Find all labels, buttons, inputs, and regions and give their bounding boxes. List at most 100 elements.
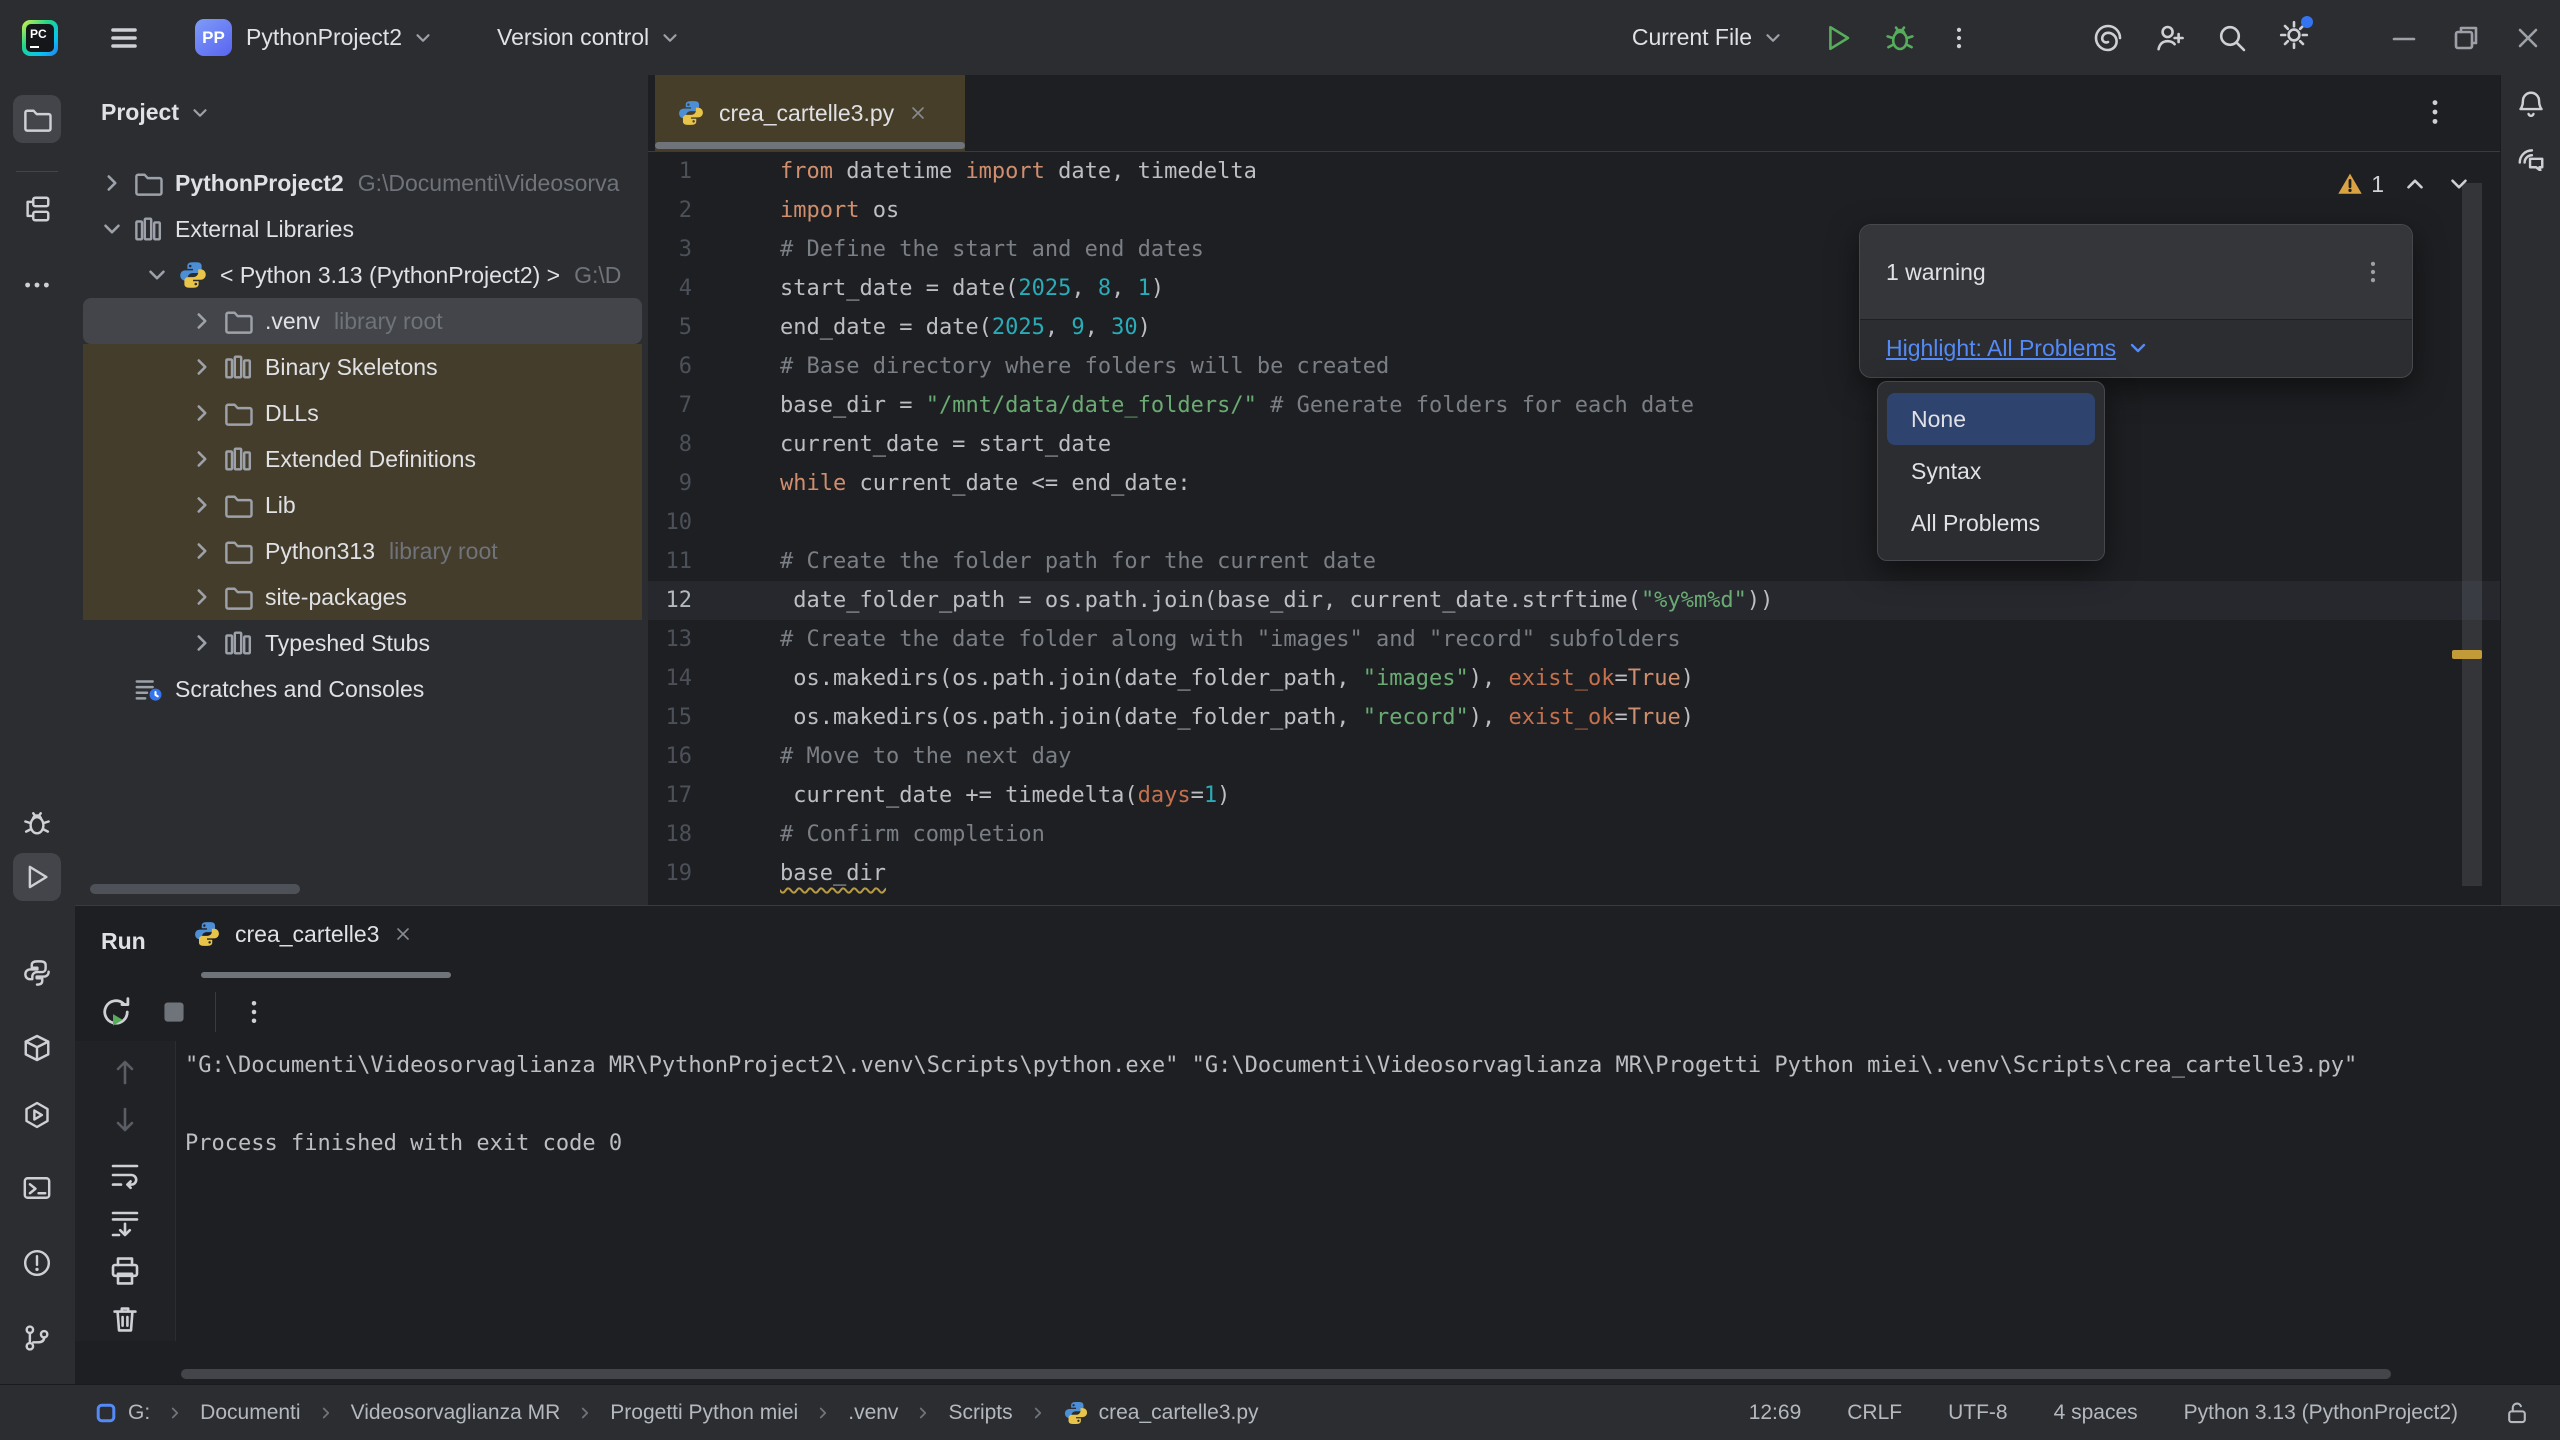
chevron-right-icon[interactable] [189, 492, 215, 518]
code-line-8[interactable]: 8current_date = start_date [648, 425, 2500, 464]
console-horizontal-scrollbar[interactable] [181, 1369, 2391, 1379]
chevron-right-icon[interactable] [189, 538, 215, 564]
chevron-down-icon[interactable] [99, 216, 125, 242]
chevron-right-icon[interactable] [189, 630, 215, 656]
run-button[interactable] [1822, 22, 1854, 54]
terminal-button[interactable] [13, 1164, 61, 1212]
line-number[interactable]: 18 [648, 815, 692, 854]
readonly-lock-icon[interactable] [2504, 1400, 2530, 1426]
version-control-tool-button[interactable] [13, 1314, 61, 1362]
breadcrumb-item-progetti-python-miei[interactable]: Progetti Python miei [610, 1401, 798, 1425]
highlight-option-none[interactable]: None [1887, 393, 2095, 445]
run-options-icon[interactable] [240, 998, 268, 1026]
console-output[interactable]: "G:\Documenti\Videosorvaglianza MR\Pytho… [185, 1046, 2357, 1163]
breadcrumb-item-scripts[interactable]: Scripts [948, 1401, 1012, 1425]
close-run-tab-icon[interactable] [393, 924, 413, 944]
code-line-9[interactable]: 9while current_date <= end_date: [648, 464, 2500, 503]
line-number[interactable]: 11 [648, 542, 692, 581]
tab-options-icon[interactable] [2420, 97, 2450, 127]
tree-item-site-packages[interactable]: site-packages [83, 574, 642, 620]
line-number[interactable]: 10 [648, 503, 692, 542]
file-encoding[interactable]: UTF-8 [1948, 1401, 2008, 1425]
code-line-7[interactable]: 7base_dir = "/mnt/data/date_folders/" # … [648, 386, 2500, 425]
inspections-widget[interactable]: 1 [2337, 165, 2472, 203]
scroll-to-end-icon[interactable] [109, 1207, 141, 1239]
chevron-right-icon[interactable] [189, 354, 215, 380]
breadcrumb-item-crea-cartelle3-py[interactable]: crea_cartelle3.py [1063, 1400, 1259, 1426]
window-minimize-button[interactable] [2388, 22, 2420, 54]
popup-options-icon[interactable] [2360, 259, 2386, 285]
project-panel-header[interactable]: Project [101, 99, 211, 126]
ai-assistant-icon[interactable] [2092, 22, 2124, 54]
notifications-button[interactable] [2507, 80, 2555, 128]
code-line-14[interactable]: 14 os.makedirs(os.path.join(date_folder_… [648, 659, 2500, 698]
warning-stripe-mark[interactable] [2452, 650, 2482, 659]
line-number[interactable]: 12 [648, 581, 692, 620]
chevron-down-icon[interactable] [144, 262, 170, 288]
code-line-12[interactable]: 12 date_folder_path = os.path.join(base_… [648, 581, 2500, 620]
chevron-right-icon[interactable] [189, 400, 215, 426]
clear-all-icon[interactable] [109, 1303, 141, 1335]
breadcrumb-item-videosorvaglianza-mr[interactable]: Videosorvaglianza MR [351, 1401, 561, 1425]
line-number[interactable]: 14 [648, 659, 692, 698]
previous-problem-icon[interactable] [2402, 171, 2428, 197]
code-line-11[interactable]: 11# Create the folder path for the curre… [648, 542, 2500, 581]
run-tab[interactable]: crea_cartelle3 [193, 920, 413, 948]
search-everywhere-icon[interactable] [2216, 22, 2248, 54]
breadcrumb-item-venv[interactable]: .venv [848, 1401, 898, 1425]
code-line-10[interactable]: 10 [648, 503, 2500, 542]
tree-item-python-3-13-pythonproject2[interactable]: < Python 3.13 (PythonProject2) >G:\D [83, 252, 642, 298]
line-number[interactable]: 2 [648, 191, 692, 230]
chevron-right-icon[interactable] [189, 584, 215, 610]
code-line-19[interactable]: 19base_dir [648, 854, 2500, 893]
code-with-me-icon[interactable] [2154, 22, 2186, 54]
code-line-13[interactable]: 13# Create the date folder along with "i… [648, 620, 2500, 659]
code-line-17[interactable]: 17 current_date += timedelta(days=1) [648, 776, 2500, 815]
editor-vertical-scrollbar[interactable] [2462, 183, 2482, 886]
line-number[interactable]: 19 [648, 854, 692, 893]
line-separator[interactable]: CRLF [1847, 1401, 1902, 1425]
tree-item-dlls[interactable]: DLLs [83, 390, 642, 436]
highlight-level-link[interactable]: Highlight: All Problems [1886, 335, 2116, 362]
tree-item-binary-skeletons[interactable]: Binary Skeletons [83, 344, 642, 390]
version-control-menu[interactable]: Version control [497, 0, 681, 75]
debug-tool-button[interactable] [13, 799, 61, 847]
problems-button[interactable] [13, 1239, 61, 1287]
indent-style[interactable]: 4 spaces [2054, 1401, 2138, 1425]
python-console-button[interactable] [13, 949, 61, 997]
breadcrumb-item-documenti[interactable]: Documenti [200, 1401, 300, 1425]
stop-button[interactable] [157, 995, 191, 1029]
tree-item-scratches-and-consoles[interactable]: Scratches and Consoles [83, 666, 642, 712]
tree-item-venv[interactable]: .venvlibrary root [83, 298, 642, 344]
chevron-right-icon[interactable] [189, 446, 215, 472]
window-close-button[interactable] [2512, 22, 2544, 54]
close-tab-icon[interactable] [908, 103, 928, 123]
run-configuration-selector[interactable]: Current File [1632, 24, 1784, 51]
line-number[interactable]: 13 [648, 620, 692, 659]
down-stacktrace-icon[interactable] [109, 1104, 141, 1136]
cursor-position[interactable]: 12:69 [1749, 1401, 1802, 1425]
settings-button[interactable] [2278, 19, 2310, 57]
next-problem-icon[interactable] [2446, 171, 2472, 197]
ai-assistant-tool-button[interactable] [2507, 132, 2555, 180]
line-number[interactable]: 7 [648, 386, 692, 425]
tree-item-lib[interactable]: Lib [83, 482, 642, 528]
project-horizontal-scrollbar[interactable] [90, 884, 300, 894]
run-tool-button[interactable] [13, 853, 61, 901]
line-number[interactable]: 15 [648, 698, 692, 737]
code-line-15[interactable]: 15 os.makedirs(os.path.join(date_folder_… [648, 698, 2500, 737]
pycharm-logo-icon[interactable]: PC [22, 20, 58, 56]
project-badge[interactable]: PP [195, 19, 232, 56]
python-interpreter[interactable]: Python 3.13 (PythonProject2) [2184, 1401, 2458, 1425]
project-switcher[interactable]: PythonProject2 [246, 0, 434, 75]
services-button[interactable] [13, 1091, 61, 1139]
line-number[interactable]: 8 [648, 425, 692, 464]
code-line-16[interactable]: 16# Move to the next day [648, 737, 2500, 776]
main-menu-icon[interactable] [108, 22, 140, 54]
soft-wrap-icon[interactable] [109, 1159, 141, 1191]
up-stacktrace-icon[interactable] [109, 1056, 141, 1088]
more-tool-windows-button[interactable] [13, 261, 61, 309]
chevron-right-icon[interactable] [99, 170, 125, 196]
line-number[interactable]: 3 [648, 230, 692, 269]
line-number[interactable]: 6 [648, 347, 692, 386]
